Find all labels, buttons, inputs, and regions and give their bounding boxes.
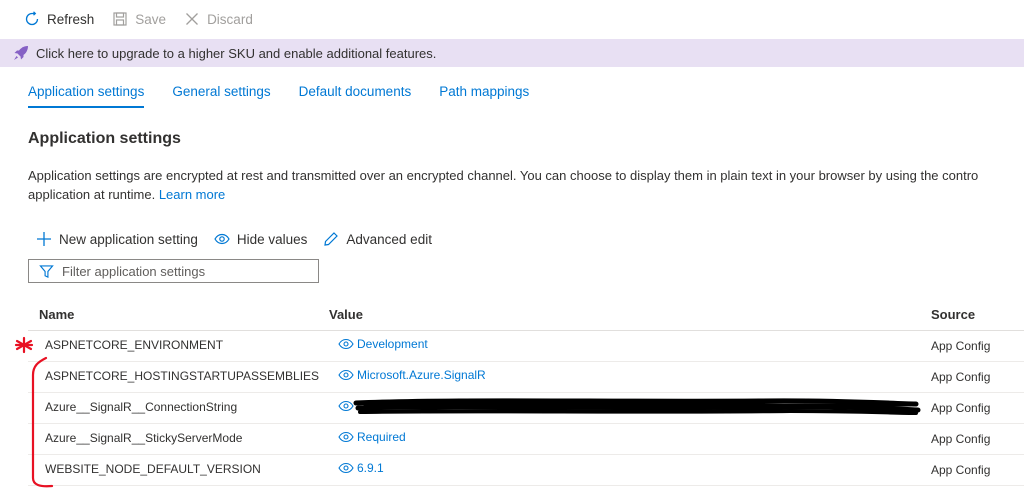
discard-button[interactable]: Discard: [184, 11, 253, 27]
close-icon: [186, 13, 199, 25]
learn-more-link[interactable]: Learn more: [159, 187, 225, 202]
save-label: Save: [135, 11, 167, 27]
setting-source: App Config: [931, 463, 991, 477]
setting-value[interactable]: Development: [338, 337, 428, 351]
setting-source: App Config: [931, 339, 991, 353]
table-row[interactable]: Azure__SignalR__ConnectionString App Con…: [28, 393, 1024, 424]
setting-value[interactable]: 6.9.1: [338, 461, 384, 475]
new-application-setting-button[interactable]: New application setting: [36, 231, 198, 247]
eye-icon: [338, 462, 354, 474]
banner-text: Click here to upgrade to a higher SKU an…: [36, 45, 437, 61]
discard-label: Discard: [207, 11, 253, 27]
table-row[interactable]: ASPNETCORE_ENVIRONMENT Development App C…: [28, 331, 1024, 362]
setting-name[interactable]: Azure__SignalR__StickyServerMode: [45, 431, 242, 445]
refresh-button[interactable]: Refresh: [24, 11, 94, 27]
setting-source: App Config: [931, 401, 991, 415]
filter-box: [28, 259, 319, 283]
table-row[interactable]: ASPNETCORE_HOSTINGSTARTUPASSEMBLIES Micr…: [28, 362, 1024, 393]
advanced-edit-label: Advanced edit: [346, 231, 432, 247]
setting-name[interactable]: ASPNETCORE_HOSTINGSTARTUPASSEMBLIES: [45, 369, 319, 383]
eye-icon: [338, 431, 354, 443]
column-header-source[interactable]: Source: [931, 307, 975, 322]
filter-icon: [39, 264, 54, 278]
eye-icon: [338, 338, 354, 350]
setting-name[interactable]: Azure__SignalR__ConnectionString: [45, 400, 237, 414]
setting-value[interactable]: Microsoft.Azure.SignalR: [338, 368, 486, 382]
setting-value-text: Microsoft.Azure.SignalR: [357, 368, 486, 382]
tab-general-settings[interactable]: General settings: [172, 84, 270, 114]
filter-input[interactable]: [62, 263, 302, 279]
settings-actions: New application setting Hide values Adva…: [36, 231, 448, 247]
refresh-label: Refresh: [47, 11, 95, 27]
table-row[interactable]: WEBSITE_NODE_DEFAULT_VERSION 6.9.1 App C…: [28, 455, 1024, 486]
eye-icon: [338, 369, 354, 381]
settings-table: Name Value Source ASPNETCORE_ENVIRONMENT…: [28, 300, 1024, 486]
table-header: Name Value Source: [28, 300, 1024, 331]
section-title: Application settings: [28, 130, 181, 147]
settings-tabs: Application settings General settings De…: [28, 84, 557, 114]
setting-value[interactable]: [338, 399, 357, 413]
eye-icon: [214, 233, 230, 245]
description-line-2: application at runtime. Learn more: [28, 185, 1024, 204]
tab-path-mappings[interactable]: Path mappings: [439, 84, 529, 114]
setting-value[interactable]: Required: [338, 430, 406, 444]
save-button[interactable]: Save: [112, 11, 166, 27]
table-row[interactable]: Azure__SignalR__StickyServerMode Require…: [28, 424, 1024, 455]
column-header-value[interactable]: Value: [329, 307, 363, 322]
upgrade-banner[interactable]: Click here to upgrade to a higher SKU an…: [0, 39, 1024, 67]
new-setting-label: New application setting: [59, 231, 198, 247]
column-header-name[interactable]: Name: [39, 307, 74, 322]
setting-name[interactable]: WEBSITE_NODE_DEFAULT_VERSION: [45, 462, 261, 476]
description-line-1: Application settings are encrypted at re…: [28, 168, 979, 183]
tab-default-documents[interactable]: Default documents: [299, 84, 412, 114]
setting-name[interactable]: ASPNETCORE_ENVIRONMENT: [45, 338, 223, 352]
eye-icon: [338, 400, 354, 412]
hide-values-button[interactable]: Hide values: [214, 231, 308, 247]
setting-source: App Config: [931, 432, 991, 446]
setting-value-text: Development: [357, 337, 428, 351]
pencil-icon: [324, 232, 339, 246]
refresh-icon: [25, 11, 39, 26]
tab-application-settings[interactable]: Application settings: [28, 84, 145, 114]
rocket-icon: [14, 46, 28, 60]
description-line-2-text: application at runtime.: [28, 187, 156, 202]
setting-value-text: 6.9.1: [357, 461, 384, 475]
setting-value-text: Required: [357, 430, 406, 444]
save-icon: [113, 12, 127, 26]
plus-icon: [37, 232, 51, 246]
advanced-edit-button[interactable]: Advanced edit: [323, 231, 432, 247]
section-description: Application settings are encrypted at re…: [28, 166, 1024, 204]
setting-source: App Config: [931, 370, 991, 384]
hide-values-label: Hide values: [236, 231, 308, 247]
command-bar: Refresh Save Discard: [0, 0, 1024, 38]
